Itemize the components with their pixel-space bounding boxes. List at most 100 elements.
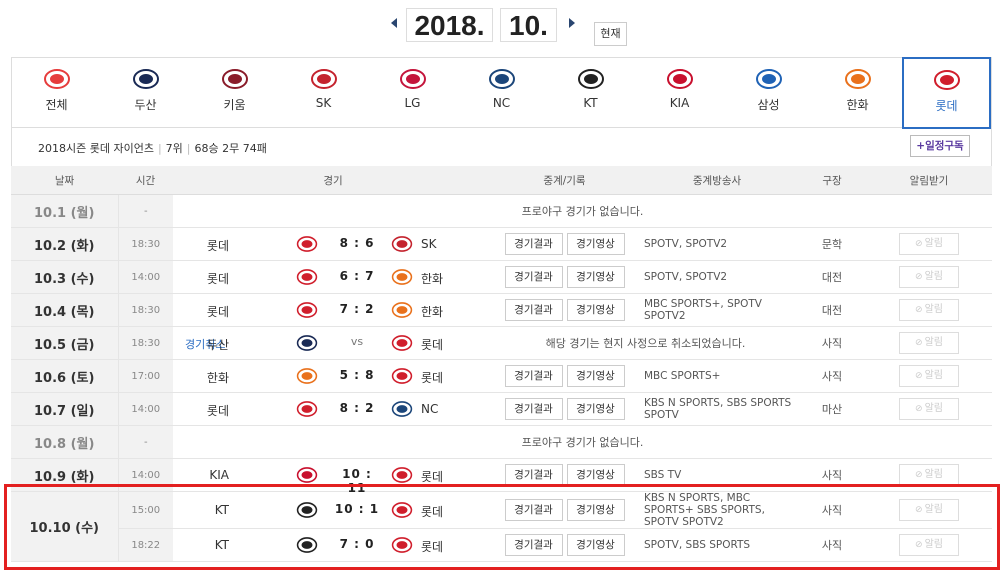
tab-label: 키움 bbox=[223, 98, 246, 112]
tab-label: KIA bbox=[669, 96, 690, 110]
season-title: 2018시즌 롯데 자이언츠 bbox=[38, 142, 154, 155]
broadcaster: MBC SPORTS+ bbox=[636, 359, 798, 393]
alarm-button[interactable]: 알림 bbox=[899, 398, 959, 420]
team-tabs: 전체 두산 키움 SK LG NC KT KIA 삼성 한화 롯데 bbox=[11, 57, 992, 129]
subscribe-schedule-button[interactable]: +일정구독 bbox=[910, 135, 970, 157]
cancel-message: 해당 경기는 현지 사정으로 취소되었습니다. bbox=[493, 326, 798, 360]
game-score: 7 : 2 bbox=[339, 302, 375, 316]
game-time: 15:00 bbox=[117, 491, 173, 529]
home-team-name: SK bbox=[421, 237, 437, 251]
alarm-button[interactable]: 알림 bbox=[899, 365, 959, 387]
stadium: 사직 bbox=[798, 326, 866, 360]
tab-team-8[interactable]: 삼성 bbox=[724, 58, 813, 128]
game-video-button[interactable]: 경기영상 bbox=[566, 499, 625, 521]
stadium: 문학 bbox=[798, 227, 866, 261]
alarm-cell: 알림 bbox=[866, 293, 992, 327]
record-buttons: 경기결과 경기영상 bbox=[493, 260, 636, 294]
game-score: 8 : 2 bbox=[339, 401, 375, 415]
current-month-button[interactable]: 현재 bbox=[594, 22, 627, 46]
alarm-button[interactable]: 알림 bbox=[899, 464, 959, 486]
team-logo-icon bbox=[488, 68, 516, 90]
game-result-button[interactable]: 경기결과 bbox=[504, 464, 563, 486]
table-row: 10.4 (목) 18:30 롯데 7 : 2 한화 경기결과 경기영상 MBC SPORTS… bbox=[11, 293, 992, 327]
team-logo-icon bbox=[310, 68, 338, 90]
game-result-button[interactable]: 경기결과 bbox=[504, 499, 563, 521]
prev-month-arrow-icon[interactable] bbox=[391, 18, 397, 28]
game-score: 6 : 7 bbox=[339, 269, 375, 283]
record-buttons: 경기결과 경기영상 bbox=[493, 359, 636, 393]
table-row: 10.6 (토) 17:00 한화 5 : 8 롯데 경기결과 경기영상 MBC SPORTS… bbox=[11, 359, 992, 393]
away-team-name: 롯데 bbox=[206, 272, 229, 286]
away-team-name: 롯데 bbox=[206, 404, 229, 418]
alarm-button[interactable]: 알림 bbox=[899, 299, 959, 321]
home-team-name: 롯데 bbox=[421, 505, 444, 519]
alarm-button[interactable]: 알림 bbox=[899, 534, 959, 556]
column-header: 구장 bbox=[798, 166, 866, 195]
home-team-logo-icon bbox=[391, 267, 413, 287]
game-video-button[interactable]: 경기영상 bbox=[566, 299, 625, 321]
alarm-cell: 알림 bbox=[866, 392, 992, 426]
next-month-arrow-icon[interactable] bbox=[569, 18, 575, 28]
alarm-cell: 알림 bbox=[866, 528, 992, 562]
game-video-button[interactable]: 경기영상 bbox=[566, 464, 625, 486]
year-display: 2018. bbox=[406, 8, 493, 42]
game-result-button[interactable]: 경기결과 bbox=[504, 266, 563, 288]
stadium: 사직 bbox=[798, 491, 866, 529]
tab-label: 삼성 bbox=[757, 98, 780, 112]
tab-team-10[interactable]: 롯데 bbox=[902, 57, 991, 129]
table-row: 10.8 (월) - 프로야구 경기가 없습니다. bbox=[11, 425, 992, 459]
tab-team-9[interactable]: 한화 bbox=[813, 58, 902, 128]
game-cell: KT 7 : 0 롯데 bbox=[173, 528, 493, 562]
away-team-logo-icon bbox=[296, 267, 318, 287]
team-logo-icon bbox=[933, 69, 961, 91]
alarm-button[interactable]: 알림 bbox=[899, 499, 959, 521]
alarm-cell: 알림 bbox=[866, 260, 992, 294]
game-date: 10.9 (화) bbox=[11, 458, 118, 492]
away-team-logo-icon bbox=[296, 333, 318, 353]
game-result-button[interactable]: 경기결과 bbox=[504, 534, 563, 556]
home-team-name: 롯데 bbox=[421, 540, 444, 554]
game-date: 10.6 (토) bbox=[11, 359, 118, 393]
game-result-button[interactable]: 경기결과 bbox=[504, 233, 563, 255]
alarm-button[interactable]: 알림 bbox=[899, 233, 959, 255]
tab-team-5[interactable]: NC bbox=[457, 58, 546, 128]
game-video-button[interactable]: 경기영상 bbox=[566, 233, 625, 255]
no-game-message: 프로야구 경기가 없습니다. bbox=[173, 194, 992, 228]
away-team-name: KT bbox=[214, 538, 229, 552]
home-team-logo-icon bbox=[391, 500, 413, 520]
stadium: 대전 bbox=[798, 260, 866, 294]
game-time: 14:00 bbox=[117, 260, 173, 294]
tab-team-1[interactable]: 두산 bbox=[101, 58, 190, 128]
tab-team-7[interactable]: KIA bbox=[635, 58, 724, 128]
game-video-button[interactable]: 경기영상 bbox=[566, 266, 625, 288]
stadium: 사직 bbox=[798, 359, 866, 393]
game-date: 10.1 (월) bbox=[11, 194, 118, 228]
tab-team-0[interactable]: 전체 bbox=[12, 58, 101, 128]
alarm-button[interactable]: 알림 bbox=[899, 266, 959, 288]
broadcaster: SPOTV, SPOTV2 bbox=[636, 227, 798, 261]
alarm-cell: 알림 bbox=[866, 227, 992, 261]
tab-team-3[interactable]: SK bbox=[279, 58, 368, 128]
game-cell: 롯데 7 : 2 한화 bbox=[173, 293, 493, 327]
game-score: 10 : 1 bbox=[334, 502, 380, 516]
tab-team-6[interactable]: KT bbox=[546, 58, 635, 128]
game-time: 18:30 bbox=[117, 293, 173, 327]
team-logo-icon bbox=[577, 68, 605, 90]
tab-team-4[interactable]: LG bbox=[368, 58, 457, 128]
broadcaster: SPOTV, SPOTV2 bbox=[636, 260, 798, 294]
game-result-button[interactable]: 경기결과 bbox=[504, 299, 563, 321]
tab-team-2[interactable]: 키움 bbox=[190, 58, 279, 128]
game-date: 10.5 (금) bbox=[11, 326, 118, 360]
game-video-button[interactable]: 경기영상 bbox=[566, 534, 625, 556]
tab-label: 롯데 bbox=[935, 99, 958, 113]
game-time: 18:22 bbox=[117, 528, 173, 562]
game-result-button[interactable]: 경기결과 bbox=[504, 398, 563, 420]
game-result-button[interactable]: 경기결과 bbox=[504, 365, 563, 387]
schedule-table: 날짜 시간 경기 중계/기록 중계방송사 구장 알림받기 10.1 (월) - 프로… bbox=[11, 166, 992, 562]
game-video-button[interactable]: 경기영상 bbox=[566, 398, 625, 420]
home-team-name: 한화 bbox=[421, 305, 444, 319]
table-row: 10.3 (수) 14:00 롯데 6 : 7 한화 경기결과 경기영상 SPOTV, SPO… bbox=[11, 260, 992, 294]
game-video-button[interactable]: 경기영상 bbox=[566, 365, 625, 387]
tab-label: SK bbox=[315, 96, 332, 110]
alarm-button[interactable]: 알림 bbox=[899, 332, 959, 354]
